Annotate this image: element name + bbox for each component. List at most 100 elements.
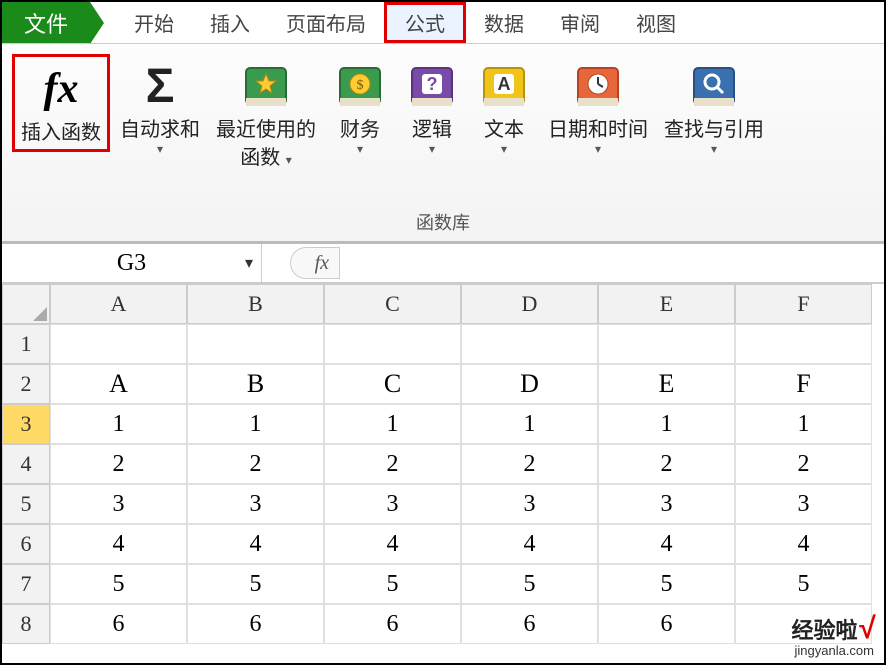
cell[interactable]: 3: [50, 484, 187, 524]
cell[interactable]: 2: [735, 444, 872, 484]
cell[interactable]: 2: [187, 444, 324, 484]
tab-bar: 文件 开始 插入 页面布局 公式 数据 审阅 视图: [2, 2, 884, 44]
book-money-icon: $: [332, 58, 388, 114]
tab-insert[interactable]: 插入: [192, 2, 268, 43]
chevron-down-icon: ▾: [595, 142, 601, 156]
row-header[interactable]: 8: [2, 604, 50, 644]
cell[interactable]: 4: [324, 524, 461, 564]
cell[interactable]: 4: [461, 524, 598, 564]
logical-label: 逻辑: [412, 119, 452, 141]
tab-file[interactable]: 文件: [2, 2, 90, 43]
cell[interactable]: 5: [461, 564, 598, 604]
col-header[interactable]: C: [324, 284, 461, 324]
cell[interactable]: 3: [324, 484, 461, 524]
recently-used-label-2: 函数: [240, 147, 280, 169]
cell[interactable]: 4: [187, 524, 324, 564]
row-header[interactable]: 1: [2, 324, 50, 364]
cell[interactable]: 1: [461, 404, 598, 444]
cell[interactable]: F: [735, 364, 872, 404]
row-header[interactable]: 4: [2, 444, 50, 484]
cell[interactable]: 5: [187, 564, 324, 604]
cell[interactable]: C: [324, 364, 461, 404]
lookup-ref-button[interactable]: 查找与引用 ▾: [658, 54, 770, 160]
watermark: 经验啦√ jingyanla.com: [792, 614, 874, 657]
tab-formulas[interactable]: 公式: [384, 2, 466, 43]
cell[interactable]: E: [598, 364, 735, 404]
cell[interactable]: 4: [735, 524, 872, 564]
cell[interactable]: 1: [598, 404, 735, 444]
formula-input[interactable]: [340, 247, 884, 279]
row-header[interactable]: 2: [2, 364, 50, 404]
cell[interactable]: 6: [187, 604, 324, 644]
book-search-icon: [686, 58, 742, 114]
cell[interactable]: 6: [461, 604, 598, 644]
cell[interactable]: 6: [50, 604, 187, 644]
cell[interactable]: 4: [598, 524, 735, 564]
cell[interactable]: 2: [598, 444, 735, 484]
svg-text:?: ?: [427, 74, 438, 94]
cell[interactable]: 3: [735, 484, 872, 524]
cell[interactable]: 2: [324, 444, 461, 484]
cell[interactable]: [50, 324, 187, 364]
cell[interactable]: [324, 324, 461, 364]
cell[interactable]: [187, 324, 324, 364]
cell[interactable]: 1: [324, 404, 461, 444]
financial-label: 财务: [340, 119, 380, 141]
cell[interactable]: 3: [598, 484, 735, 524]
tab-view[interactable]: 视图: [618, 2, 694, 43]
cell[interactable]: 3: [461, 484, 598, 524]
logical-button[interactable]: ? 逻辑 ▾: [398, 54, 466, 160]
tab-review[interactable]: 审阅: [542, 2, 618, 43]
row-header[interactable]: 3: [2, 404, 50, 444]
tab-data[interactable]: 数据: [466, 2, 542, 43]
name-box[interactable]: G3 ▾: [2, 244, 262, 282]
cell[interactable]: [598, 324, 735, 364]
cell[interactable]: 5: [324, 564, 461, 604]
cell[interactable]: A: [50, 364, 187, 404]
cell[interactable]: 3: [187, 484, 324, 524]
chevron-down-icon[interactable]: ▾: [245, 253, 253, 273]
cell[interactable]: 2: [50, 444, 187, 484]
cell[interactable]: 6: [324, 604, 461, 644]
tab-page-layout[interactable]: 页面布局: [268, 2, 384, 43]
col-header[interactable]: F: [735, 284, 872, 324]
cell[interactable]: 6: [598, 604, 735, 644]
fx-button[interactable]: fx: [290, 247, 340, 279]
svg-text:$: $: [357, 78, 364, 93]
date-time-button[interactable]: 日期和时间 ▾: [542, 54, 654, 160]
recently-used-button[interactable]: 最近使用的 函数 ▾: [210, 54, 322, 176]
chevron-down-icon: ▾: [501, 142, 507, 156]
cell[interactable]: [461, 324, 598, 364]
cell[interactable]: 5: [735, 564, 872, 604]
cell[interactable]: 5: [50, 564, 187, 604]
insert-function-button[interactable]: fx 插入函数: [12, 54, 110, 152]
text-label: 文本: [484, 119, 524, 141]
col-header[interactable]: E: [598, 284, 735, 324]
cell[interactable]: 1: [735, 404, 872, 444]
cell[interactable]: [735, 324, 872, 364]
chevron-down-icon: ▾: [286, 153, 292, 167]
financial-button[interactable]: $ 财务 ▾: [326, 54, 394, 160]
cell[interactable]: 4: [50, 524, 187, 564]
col-header[interactable]: B: [187, 284, 324, 324]
name-box-value: G3: [117, 250, 146, 277]
cell[interactable]: 1: [187, 404, 324, 444]
book-clock-icon: [570, 58, 626, 114]
select-all-corner[interactable]: [2, 284, 50, 324]
sigma-icon: Σ: [132, 58, 188, 114]
col-header[interactable]: A: [50, 284, 187, 324]
row-header[interactable]: 5: [2, 484, 50, 524]
watermark-url: jingyanla.com: [792, 644, 874, 657]
cell[interactable]: D: [461, 364, 598, 404]
row-header[interactable]: 7: [2, 564, 50, 604]
text-button[interactable]: A 文本 ▾: [470, 54, 538, 160]
cell[interactable]: 5: [598, 564, 735, 604]
chevron-down-icon: ▾: [429, 142, 435, 156]
cell[interactable]: B: [187, 364, 324, 404]
cell[interactable]: 2: [461, 444, 598, 484]
autosum-button[interactable]: Σ 自动求和 ▾: [114, 54, 206, 160]
tab-home[interactable]: 开始: [116, 2, 192, 43]
col-header[interactable]: D: [461, 284, 598, 324]
cell[interactable]: 1: [50, 404, 187, 444]
row-header[interactable]: 6: [2, 524, 50, 564]
